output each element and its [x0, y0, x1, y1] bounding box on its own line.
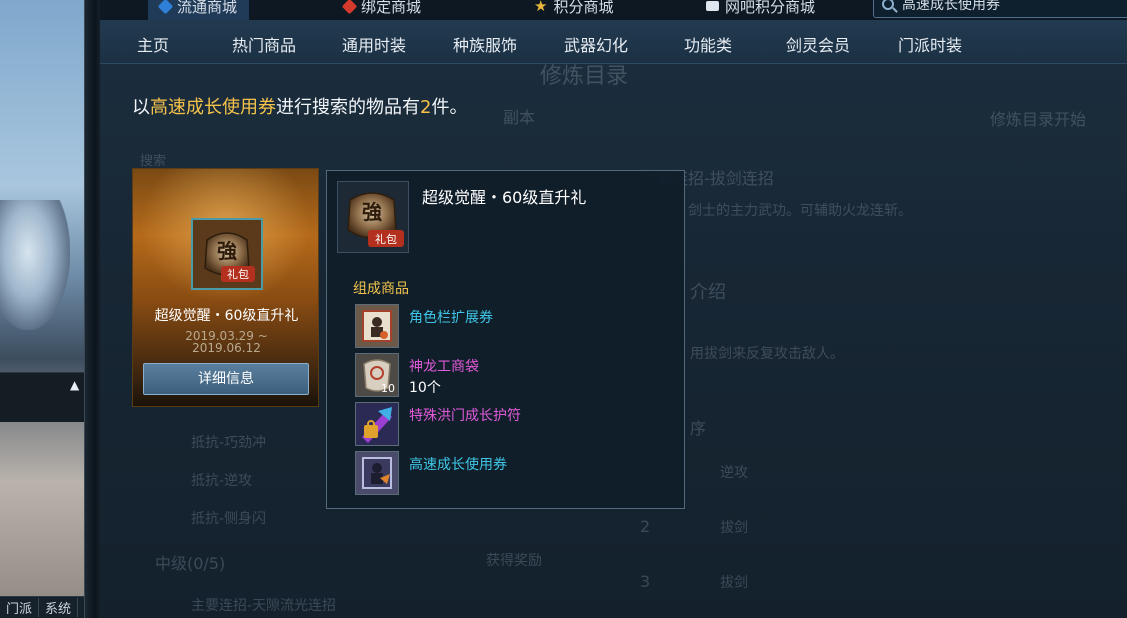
item-card[interactable]: 強 礼包 超级觉醒・60级直升礼 2019.03.29 ~ 2019.06.12…	[132, 168, 319, 407]
search-result-summary: 以高速成长使用券进行搜索的物品有2件。	[132, 93, 467, 119]
svg-text:礼包: 礼包	[227, 267, 249, 281]
bg-combo-desc: 剑士的主力武功。可辅助火龙连斩。	[688, 203, 912, 219]
bg-list-4: 中级(0/5)	[155, 554, 226, 573]
bg-step-label-3: 拔剑	[720, 575, 748, 591]
svg-text:礼包: 礼包	[375, 232, 397, 246]
result-prefix: 以	[132, 97, 150, 118]
category-hot-items[interactable]: 热门商品	[232, 32, 296, 56]
gift-box-icon: 強 礼包	[191, 218, 263, 290]
bg-skill-desc: 用拔剑来反复攻击敌人。	[690, 346, 844, 362]
bundle-item-name: 角色栏扩展券	[409, 310, 493, 326]
sale-end-date: 2019.06.12	[192, 341, 261, 355]
pc-monitor-icon	[706, 1, 719, 11]
bundle-item[interactable]: 角色栏扩展券	[355, 304, 675, 348]
category-general-fashion[interactable]: 通用时装	[342, 32, 406, 56]
bundle-item-name: 神龙工商袋	[409, 359, 479, 375]
bottom-tab-sect[interactable]: 门派	[0, 598, 40, 617]
shop-window: 修炼目录 副本 修炼目录开始 搜索 主要连招-拔剑连招 剑士的主力武功。可辅助火…	[100, 0, 1127, 618]
collapse-arrow-icon[interactable]: ▲	[70, 378, 79, 392]
bg-search-hint: 搜索	[140, 154, 167, 169]
bundle-item[interactable]: 特殊洪门成长护符	[355, 402, 675, 446]
category-sect-fashion[interactable]: 门派时装	[898, 32, 962, 56]
bundle-item-name: 特殊洪门成长护符	[409, 408, 521, 424]
bg-step-label-2: 拔剑	[720, 520, 748, 536]
bundle-item[interactable]: 高速成长使用券	[355, 451, 675, 495]
bg-step-number-2: 2	[640, 517, 651, 536]
category-weapon-skin[interactable]: 武器幻化	[564, 32, 628, 56]
category-race-costume[interactable]: 种族服饰	[453, 32, 517, 56]
bundle-item-name: 高速成长使用券	[409, 457, 507, 473]
category-function[interactable]: 功能类	[684, 32, 732, 56]
result-keyword: 高速成长使用券	[150, 97, 276, 118]
tab-label: 积分商城	[553, 0, 614, 16]
gold-star-icon: ★	[534, 0, 548, 15]
blue-diamond-icon	[157, 0, 174, 14]
stack-count: 10	[381, 382, 395, 395]
category-membership[interactable]: 剑灵会员	[786, 32, 850, 56]
bg-list-5: 主要连招-天隙流光连招	[191, 598, 337, 614]
bg-step-number-3: 3	[640, 572, 651, 591]
red-gem-icon	[341, 0, 358, 14]
svg-text:強: 強	[362, 200, 382, 224]
bundle-item-quantity: 10个	[409, 380, 441, 396]
bg-list-2: 抵抗-逆攻	[191, 473, 253, 489]
bg-get-reward: 获得奖励	[486, 553, 542, 569]
svg-text:強: 強	[217, 239, 237, 263]
search-icon[interactable]	[882, 0, 894, 10]
bg-intro: 介绍	[690, 282, 726, 303]
tab-bound-shop[interactable]: 绑定商城	[341, 0, 422, 20]
tab-netcafe-shop[interactable]: 网吧积分商城	[706, 0, 815, 20]
bg-tab-dungeon: 副本	[503, 108, 536, 127]
tooltip-title: 超级觉醒・60级直升礼	[422, 188, 587, 207]
tab-label: 流通商城	[177, 0, 238, 16]
merchant-bag-icon: 10	[355, 353, 399, 397]
shop-type-tabs: 流通商城 绑定商城 ★ 积分商城 网吧积分商城	[100, 0, 1127, 20]
growth-ticket-icon	[355, 451, 399, 495]
bg-list-3: 抵抗-侧身闪	[191, 511, 267, 527]
bundle-item[interactable]: 10 神龙工商袋 10个	[355, 353, 675, 397]
scene-tree	[0, 200, 70, 330]
result-suffix: 件。	[431, 97, 468, 118]
category-nav: 主页 热门商品 通用时装 种族服饰 武器幻化 功能类 剑灵会员 门派时装	[100, 20, 1127, 64]
growth-charm-icon	[355, 402, 399, 446]
tab-points-shop[interactable]: ★ 积分商城	[534, 0, 613, 20]
bg-list-1: 抵抗-巧劲冲	[191, 435, 267, 451]
result-count: 2	[420, 97, 432, 118]
result-middle: 进行搜索的物品有	[276, 97, 420, 118]
gift-box-icon: 強 礼包	[337, 181, 409, 253]
tab-label: 绑定商城	[361, 0, 422, 16]
item-name: 超级觉醒・60级直升礼	[154, 308, 299, 324]
tab-label: 网吧积分商城	[725, 0, 816, 16]
bg-start-label: 修炼目录开始	[990, 110, 1087, 129]
detail-info-button[interactable]: 详细信息	[143, 363, 309, 395]
item-tooltip: 強 礼包 超级觉醒・60级直升礼 组成商品 角色栏扩展券 10 神龙工商袋 10…	[326, 170, 685, 509]
bottom-tab-system[interactable]: 系统	[39, 598, 79, 617]
category-home[interactable]: 主页	[137, 32, 169, 56]
character-slot-ticket-icon	[355, 304, 399, 348]
tab-circulation-shop[interactable]: 流通商城	[148, 0, 250, 20]
bundle-contents-label: 组成商品	[353, 281, 409, 297]
bg-order: 序	[690, 419, 707, 438]
bg-step-label-1: 逆攻	[720, 465, 748, 481]
shop-search-box	[873, 0, 1127, 18]
search-input[interactable]	[902, 0, 1102, 12]
